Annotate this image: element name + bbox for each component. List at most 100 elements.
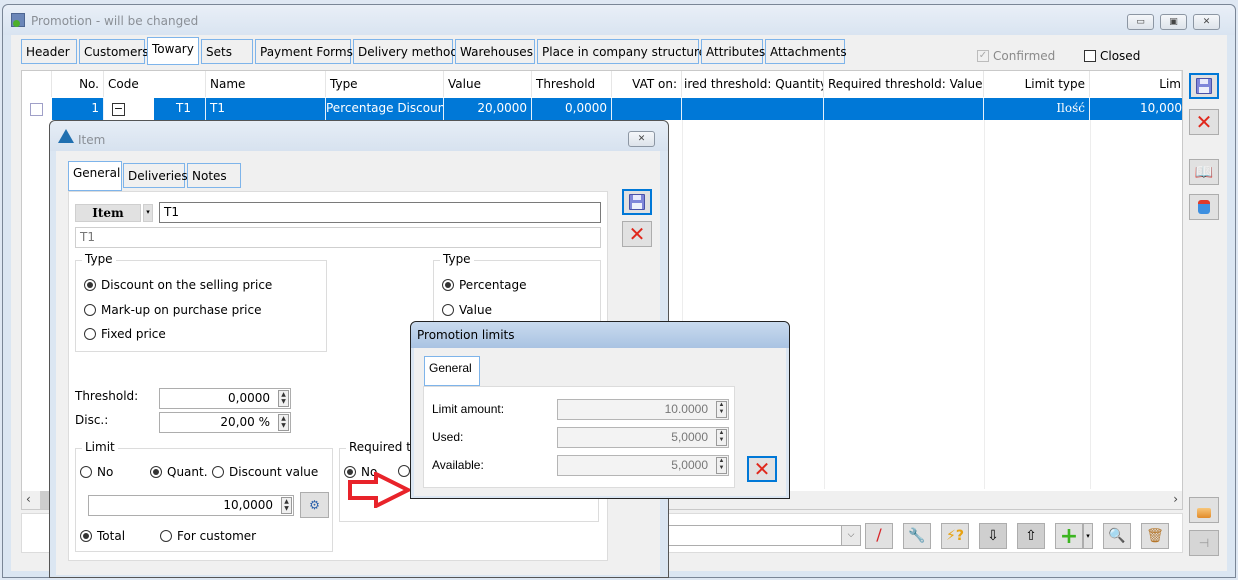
used-label: Used: bbox=[432, 430, 464, 444]
settings-button[interactable]: 🔧 bbox=[903, 523, 931, 549]
used-value: 5,0000 bbox=[671, 430, 708, 444]
limit-group-label: Limit bbox=[82, 440, 118, 454]
tab-warehouses[interactable]: Warehouses bbox=[455, 39, 535, 64]
book-button[interactable]: 📖 bbox=[1189, 159, 1219, 185]
radio-percentage[interactable]: Percentage bbox=[442, 278, 527, 292]
radio-fixed-price[interactable]: Fixed price bbox=[84, 327, 166, 341]
available-spinner[interactable]: ▲ ▼ bbox=[716, 457, 727, 474]
radio-markup-purchase-price[interactable]: Mark-up on purchase price bbox=[84, 303, 261, 317]
cell-name: T1 bbox=[206, 98, 326, 120]
filter-input[interactable] bbox=[651, 525, 851, 546]
tab-attributes[interactable]: Attributes bbox=[701, 39, 765, 64]
grid-header-type[interactable]: Type bbox=[326, 71, 444, 97]
import-icon bbox=[1198, 200, 1210, 214]
tab-deliveries[interactable]: Deliveries bbox=[123, 163, 188, 188]
item-save-button[interactable] bbox=[622, 189, 652, 215]
radio-icon bbox=[442, 304, 454, 316]
add-button[interactable]: + bbox=[1055, 523, 1083, 549]
grid-header-vat-on[interactable]: VAT on: bbox=[612, 71, 682, 97]
limit-details-button[interactable]: ⚙ bbox=[300, 492, 329, 518]
limit-value-input[interactable]: 10,0000 ▲ ▼ bbox=[88, 495, 294, 516]
grid-header-limit[interactable]: Lim bbox=[1090, 71, 1182, 97]
confirmed-checkbox[interactable]: ✓ Confirmed bbox=[977, 49, 1055, 63]
radio-for-customer[interactable]: For customer bbox=[160, 529, 256, 543]
download-button[interactable]: ⇩ bbox=[979, 523, 1007, 549]
item-button[interactable]: Item bbox=[75, 204, 141, 222]
chevron-down-icon: ⌵ bbox=[847, 530, 855, 540]
grid-column-line bbox=[824, 120, 825, 489]
tab-sets[interactable]: Sets bbox=[201, 39, 253, 64]
threshold-input[interactable]: 0,0000 ▲ ▼ bbox=[159, 388, 291, 409]
radio-label: Fixed price bbox=[101, 327, 166, 341]
closed-checkbox[interactable]: Closed bbox=[1084, 49, 1140, 63]
item-name-input[interactable]: T1 bbox=[75, 227, 601, 248]
tab-general[interactable]: General bbox=[68, 161, 122, 191]
radio-discount-selling-price[interactable]: Discount on the selling price bbox=[84, 278, 272, 292]
radio-limit-quant[interactable]: Quant. bbox=[150, 465, 208, 479]
limit-amount-spinner[interactable]: ▲ ▼ bbox=[716, 401, 727, 418]
table-row[interactable]: 1 − T1 T1 Percentage Discount 20,0000 0,… bbox=[52, 98, 1182, 120]
item-dropdown-button[interactable]: ▾ bbox=[143, 204, 153, 222]
cell-code: T1 bbox=[154, 98, 206, 120]
grid-header-value[interactable]: Value bbox=[444, 71, 532, 97]
tab-towary[interactable]: Towary bbox=[147, 37, 199, 65]
collapse-icon[interactable]: − bbox=[112, 103, 125, 116]
add-dropdown-button[interactable]: ▾ bbox=[1083, 523, 1093, 549]
limits-tab-general[interactable]: General bbox=[424, 356, 480, 386]
limit-amount-field[interactable]: 10.0000 ▲ ▼ bbox=[557, 399, 729, 420]
save-button[interactable] bbox=[1189, 73, 1219, 99]
radio-total[interactable]: Total bbox=[80, 529, 125, 543]
item-cancel-button[interactable]: ✕ bbox=[622, 221, 652, 247]
scroll-left-icon[interactable]: ‹ bbox=[26, 492, 31, 506]
item-dialog-close-button[interactable]: ✕ bbox=[628, 131, 655, 147]
grid-header-code[interactable]: Code bbox=[104, 71, 206, 97]
pin-button[interactable]: ⊣ bbox=[1189, 530, 1219, 556]
item-code-input[interactable]: T1 bbox=[159, 202, 601, 223]
type2-group: Type Percentage Value bbox=[433, 252, 601, 330]
tab-delivery-method[interactable]: Delivery method bbox=[353, 39, 458, 64]
import-button[interactable] bbox=[1189, 194, 1219, 220]
grid-header-limit-type[interactable]: Limit type bbox=[984, 71, 1090, 97]
close-button[interactable]: ✕ bbox=[1193, 14, 1220, 30]
limits-close-button[interactable]: ✕ bbox=[747, 456, 777, 482]
used-field[interactable]: 5,0000 ▲ ▼ bbox=[557, 427, 729, 448]
used-spinner[interactable]: ▲ ▼ bbox=[716, 429, 727, 446]
disc-spinner[interactable]: ▲ ▼ bbox=[278, 414, 289, 431]
grid-header-name[interactable]: Name bbox=[206, 71, 326, 97]
cancel-button[interactable]: ✕ bbox=[1189, 109, 1219, 135]
scroll-right-icon[interactable]: › bbox=[1173, 492, 1178, 506]
grid-header-threshold[interactable]: Threshold bbox=[532, 71, 612, 97]
tab-customers[interactable]: Customers bbox=[79, 39, 149, 64]
row-select-checkbox[interactable] bbox=[30, 103, 43, 116]
cancel-icon: ✕ bbox=[1195, 110, 1213, 134]
available-field[interactable]: 5,0000 ▲ ▼ bbox=[557, 455, 729, 476]
filter-dropdown-button[interactable]: ⌵ bbox=[841, 525, 861, 546]
lock-button[interactable] bbox=[1189, 497, 1219, 523]
help-button[interactable]: ⚡? bbox=[941, 523, 969, 549]
clear-filter-button[interactable]: ⧸ bbox=[865, 523, 893, 549]
tab-attachments[interactable]: Attachments bbox=[765, 39, 847, 64]
threshold-spinner[interactable]: ▲ ▼ bbox=[278, 390, 289, 407]
minimize-button[interactable]: ▭ bbox=[1127, 14, 1154, 30]
tab-payment-forms[interactable]: Payment Forms bbox=[255, 39, 353, 64]
tab-header[interactable]: Header bbox=[21, 39, 77, 64]
radio-limit-no[interactable]: No bbox=[80, 465, 113, 479]
radio-selected-icon bbox=[150, 466, 162, 478]
upload-button[interactable]: ⇧ bbox=[1017, 523, 1045, 549]
maximize-button[interactable]: ▣ bbox=[1160, 14, 1187, 30]
radio-limit-discount-value[interactable]: Discount value bbox=[212, 465, 318, 479]
limit-spinner[interactable]: ▲ ▼ bbox=[281, 497, 292, 514]
cell-limit: 10,000 bbox=[1140, 101, 1182, 115]
grid-header-required-value[interactable]: Required threshold: Value bbox=[824, 71, 984, 97]
radio-value[interactable]: Value bbox=[442, 303, 492, 317]
grid-header-no[interactable]: No. bbox=[52, 71, 104, 97]
window-title: Promotion - will be changed bbox=[31, 14, 199, 28]
help-lightning-icon: ⚡? bbox=[946, 528, 964, 544]
unlock-icon bbox=[1197, 508, 1211, 518]
delete-button[interactable]: 🗑 bbox=[1141, 523, 1169, 549]
grid-header-required-qty[interactable]: ired threshold: Quantity bbox=[682, 71, 824, 97]
search-button[interactable]: 🔍 bbox=[1103, 523, 1131, 549]
tab-notes[interactable]: Notes bbox=[187, 163, 241, 188]
disc-input[interactable]: 20,00 % ▲ ▼ bbox=[159, 412, 291, 433]
tab-place-in-company-structure[interactable]: Place in company structure bbox=[537, 39, 706, 64]
